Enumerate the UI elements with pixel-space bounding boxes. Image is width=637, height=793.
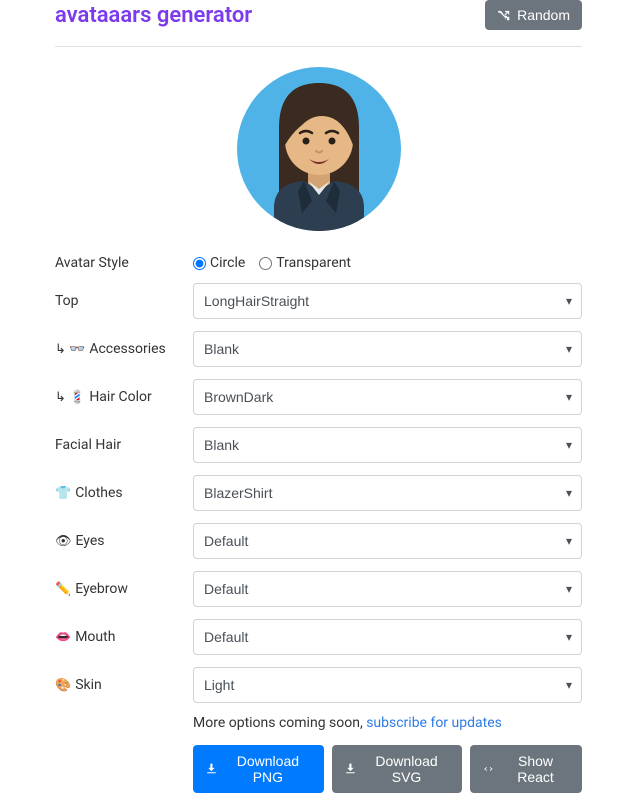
avatar-style-label: Avatar Style bbox=[55, 255, 193, 271]
more-options-text: More options coming soon, subscribe for … bbox=[55, 715, 582, 731]
field-select-eyebrow[interactable]: Default bbox=[193, 571, 582, 607]
field-select-skin[interactable]: Light bbox=[193, 667, 582, 703]
download-png-button[interactable]: Download PNG bbox=[193, 745, 324, 793]
field-select-eyes[interactable]: Default bbox=[193, 523, 582, 559]
show-react-button[interactable]: Show React bbox=[470, 745, 582, 793]
field-icon: ↳ 💈 bbox=[55, 390, 85, 405]
avatar-style-transparent[interactable]: Transparent bbox=[259, 255, 351, 271]
field-select-hair color[interactable]: BrownDark bbox=[193, 379, 582, 415]
field-icon: 👄 bbox=[55, 630, 71, 645]
field-select-accessories[interactable]: Blank bbox=[193, 331, 582, 367]
field-icon: 🎨 bbox=[55, 678, 71, 693]
field-label: ↳ 💈 Hair Color bbox=[55, 389, 193, 405]
field-label: ✏️ Eyebrow bbox=[55, 581, 193, 597]
field-select-top[interactable]: LongHairStraight bbox=[193, 283, 582, 319]
field-icon: 👁 bbox=[55, 534, 72, 549]
field-label: 🎨 Skin bbox=[55, 677, 193, 693]
random-button[interactable]: Random bbox=[485, 0, 582, 30]
random-label: Random bbox=[517, 7, 570, 23]
shuffle-icon bbox=[497, 8, 511, 22]
field-icon: ↳ 👓 bbox=[55, 342, 85, 357]
field-label: 👄 Mouth bbox=[55, 629, 193, 645]
avatar-style-circle[interactable]: Circle bbox=[193, 255, 245, 271]
avatar-preview bbox=[55, 67, 582, 231]
field-label: ↳ 👓 Accessories bbox=[55, 341, 193, 357]
field-label: Top bbox=[55, 293, 193, 309]
field-icon: ✏️ bbox=[55, 582, 71, 597]
download-icon bbox=[344, 762, 357, 776]
field-label: 👕 Clothes bbox=[55, 485, 193, 501]
field-select-mouth[interactable]: Default bbox=[193, 619, 582, 655]
page-title: avataaars generator bbox=[55, 3, 252, 28]
field-label: Facial Hair bbox=[55, 437, 193, 453]
field-select-facial hair[interactable]: Blank bbox=[193, 427, 582, 463]
field-label: 👁 Eyes bbox=[55, 533, 193, 549]
code-icon bbox=[482, 762, 495, 776]
download-icon bbox=[205, 762, 218, 776]
field-icon: 👕 bbox=[55, 486, 71, 501]
field-select-clothes[interactable]: BlazerShirt bbox=[193, 475, 582, 511]
download-svg-button[interactable]: Download SVG bbox=[332, 745, 462, 793]
subscribe-link[interactable]: subscribe for updates bbox=[366, 715, 502, 731]
